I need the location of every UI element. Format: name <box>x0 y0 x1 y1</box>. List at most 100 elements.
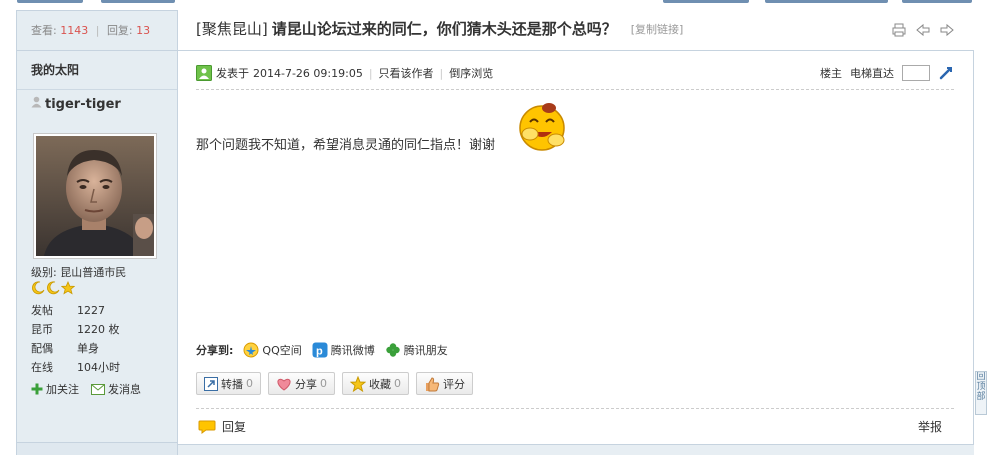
elevator-go-icon[interactable] <box>938 65 954 81</box>
title-tools <box>892 23 954 37</box>
copy-link[interactable]: [复制链接] <box>631 21 684 37</box>
heart-icon <box>277 378 291 391</box>
thumbs-up-icon <box>426 376 440 391</box>
reply-icon <box>198 420 216 434</box>
share-qzone-label: QQ空间 <box>262 344 302 357</box>
repost-icon <box>204 376 218 391</box>
info-key: 昆币 <box>31 323 53 336</box>
views-label: 查看: <box>31 24 57 37</box>
moon-icon <box>47 281 60 295</box>
share-count: 0 <box>320 377 327 390</box>
replies-label: 回复: <box>106 24 133 37</box>
next-thread-icon[interactable] <box>940 23 954 37</box>
info-key: 在线 <box>31 361 53 374</box>
info-value: 1227 <box>77 304 105 317</box>
message-label: 发消息 <box>108 383 141 396</box>
avatar[interactable] <box>33 133 157 259</box>
info-row: 昆币 1220 枚 <box>31 320 120 339</box>
views-count: 1143 <box>60 24 89 37</box>
rate-label: 评分 <box>443 377 465 391</box>
favorite-count: 0 <box>394 377 401 390</box>
top-tab[interactable] <box>765 0 888 3</box>
title-text: 请昆山论坛过来的同仁，你们猜木头还是那个总吗？ <box>271 20 617 38</box>
online-status-icon <box>196 65 212 81</box>
info-value: 1220 枚 <box>77 323 120 336</box>
top-tab-strip <box>0 0 987 6</box>
only-author-link[interactable]: 只看该作者 <box>379 65 434 81</box>
meta-divider-line <box>196 89 954 90</box>
share-button[interactable]: 分享 0 <box>268 372 335 395</box>
posted-label: 发表于 <box>216 67 249 80</box>
share-pengyou-label: 腾讯朋友 <box>403 344 448 357</box>
reverse-order-link[interactable]: 倒序浏览 <box>449 65 493 81</box>
post-meta: 发表于 2014-7-26 09:19:05 | 只看该作者 | 倒序浏览 楼主… <box>196 63 954 83</box>
user-info: 发帖 1227 昆币 1220 枚 配偶 单身 在线 104小时 <box>31 301 120 377</box>
share-button-label: 分享 <box>295 377 317 391</box>
moon-icon <box>32 281 45 295</box>
floor-title: 我的太阳 <box>17 51 177 90</box>
qzone-icon <box>243 342 259 358</box>
username[interactable]: tiger-tiger <box>45 90 121 120</box>
author-sidebar: 查看: 1143 | 回复: 13 我的太阳 tiger-tiger 级别: 昆… <box>16 10 178 455</box>
share-qzone[interactable]: QQ空间 <box>243 342 302 358</box>
user-actions: 加关注 发消息 <box>31 381 141 397</box>
prev-thread-icon[interactable] <box>916 23 930 37</box>
back-to-top-button[interactable]: 回顶部 <box>975 371 987 415</box>
info-row: 发帖 1227 <box>31 301 120 320</box>
share-label: 分享到: <box>196 344 234 357</box>
post-main: [聚焦昆山] 请昆山论坛过来的同仁，你们猜木头还是那个总吗？ [复制链接] 发表… <box>178 10 974 455</box>
info-row: 配偶 单身 <box>31 339 120 358</box>
post-footer-bar <box>178 444 974 455</box>
laughing-emoji-icon <box>516 98 572 159</box>
top-tab[interactable] <box>17 0 83 3</box>
share-pengyou[interactable]: 腾讯朋友 <box>385 342 448 358</box>
favorite-button[interactable]: 收藏 0 <box>342 372 409 395</box>
meta-divider: | <box>368 66 373 80</box>
share-weibo[interactable]: p 腾讯微博 <box>312 342 375 358</box>
footer-divider-line <box>196 408 954 409</box>
print-icon[interactable] <box>892 23 906 37</box>
star-icon <box>61 281 75 295</box>
post-action-buttons: 转播 0 分享 0 收藏 0 评分 <box>196 372 473 395</box>
top-tab[interactable] <box>902 0 972 3</box>
post-meta-right: 楼主 电梯直达 <box>820 65 954 81</box>
back-to-top-label: 回顶部 <box>976 372 986 402</box>
stats-divider: | <box>95 24 100 37</box>
sidebar-footer <box>17 442 177 455</box>
post-content: 那个问题我不知道，希望消息灵通的同仁指点！谢谢 <box>196 138 496 153</box>
info-key: 发帖 <box>31 304 53 317</box>
category-link[interactable]: [聚焦昆山] <box>196 18 268 39</box>
plus-icon <box>31 383 43 395</box>
rate-button[interactable]: 评分 <box>416 372 473 395</box>
envelope-icon <box>91 383 105 395</box>
elevator-input[interactable] <box>902 65 930 81</box>
repost-count: 0 <box>246 377 253 390</box>
clover-icon <box>386 343 400 357</box>
message-button[interactable]: 发消息 <box>91 381 141 397</box>
repost-button[interactable]: 转播 0 <box>196 372 261 395</box>
weibo-icon: p <box>312 342 328 358</box>
user-icon <box>31 90 42 120</box>
top-tab[interactable] <box>663 0 749 3</box>
star-icon <box>350 375 366 392</box>
floor-label: 楼主 <box>820 67 842 80</box>
share-weibo-label: 腾讯微博 <box>330 344 375 357</box>
report-link[interactable]: 举报 <box>918 418 942 435</box>
reply-label: 回复 <box>222 420 247 434</box>
info-value: 104小时 <box>77 361 120 374</box>
repost-label: 转播 <box>221 377 243 391</box>
info-key: 配偶 <box>31 342 53 355</box>
favorite-label: 收藏 <box>369 377 391 391</box>
category-label[interactable]: 聚焦昆山 <box>202 20 262 38</box>
elevator-label: 电梯直达 <box>850 67 894 80</box>
replies-count: 13 <box>136 24 151 37</box>
info-value: 单身 <box>77 342 99 355</box>
top-tab[interactable] <box>101 0 175 3</box>
level-medals <box>31 281 75 295</box>
reply-button[interactable]: 回复 <box>198 418 246 435</box>
follow-label: 加关注 <box>46 383 79 396</box>
meta-divider: | <box>439 66 444 80</box>
thread-titlebar: [聚焦昆山] 请昆山论坛过来的同仁，你们猜木头还是那个总吗？ [复制链接] <box>178 10 974 51</box>
follow-button[interactable]: 加关注 <box>31 381 79 397</box>
username-row[interactable]: tiger-tiger <box>17 90 177 120</box>
